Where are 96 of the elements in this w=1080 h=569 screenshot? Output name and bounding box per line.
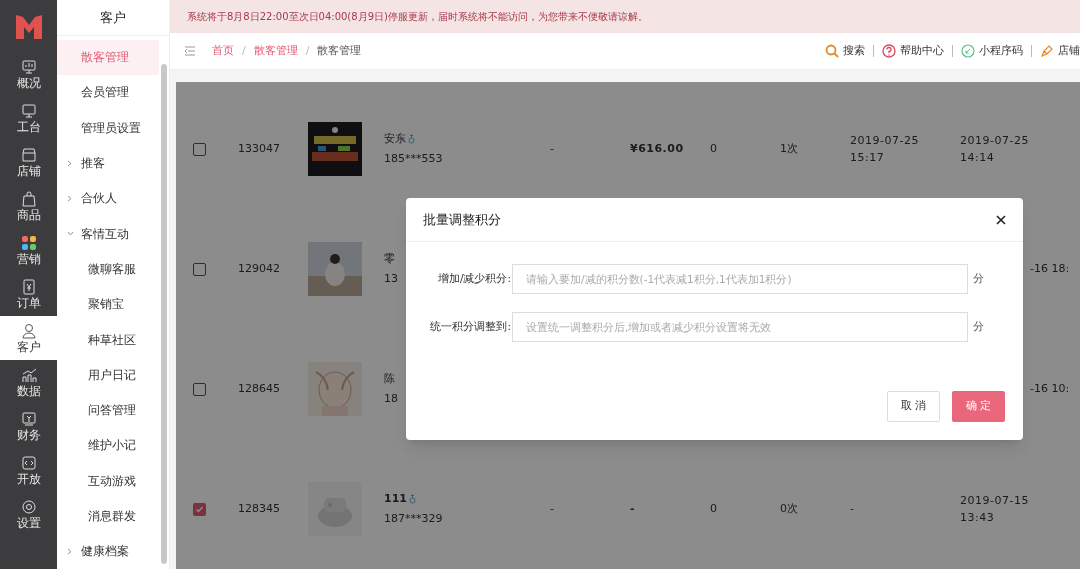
person-icon: [19, 321, 38, 340]
amount-cell: -: [630, 502, 636, 516]
amount-cell: ¥616.00: [630, 142, 684, 156]
submenu-item[interactable]: 聚销宝: [57, 286, 159, 322]
date-cell-text: -: [850, 502, 856, 516]
submenu-item[interactable]: 种草社区: [57, 321, 159, 358]
rail-item[interactable]: 设置: [0, 492, 57, 536]
date-cell: -16 18:: [1030, 261, 1070, 275]
customer-id: 129042: [238, 261, 280, 275]
rail-item[interactable]: 概况: [0, 52, 57, 96]
cancel-button[interactable]: 取 消: [887, 391, 940, 422]
check-icon: [195, 504, 204, 514]
submenu-item[interactable]: 客情互动: [57, 216, 159, 252]
close-icon[interactable]: [996, 214, 1006, 225]
submenu-item[interactable]: 问答管理: [57, 392, 159, 428]
table-cell: 0次: [780, 502, 799, 516]
rail-item[interactable]: 订单: [0, 272, 57, 316]
rail-item[interactable]: 财务: [0, 404, 57, 448]
notice-text: 系统将于8月8日22:00至次日04:00(8月9日)停服更新，届时系统将不能访问，为您带来不便敬请谅解。: [187, 10, 648, 25]
breadcrumb-link[interactable]: 散客管理: [253, 42, 298, 60]
colored-squares-icon: [19, 233, 38, 252]
customer-name: 安东: [384, 131, 406, 147]
settings-icon: [19, 497, 38, 516]
rail-item[interactable]: 客户: [0, 316, 57, 360]
submenu-item[interactable]: 用户日记: [57, 357, 159, 393]
help-icon: [882, 44, 896, 59]
customer-name: 111: [384, 491, 407, 507]
store-icon: [19, 145, 38, 164]
rail-item[interactable]: 商品: [0, 184, 57, 228]
scrollbar[interactable]: [161, 64, 167, 564]
header-link[interactable]: 帮助中心: [882, 42, 944, 60]
dialog-title: 批量调整积分: [423, 210, 501, 229]
date-cell: 2019-07-25 14:14: [960, 133, 1029, 164]
pen-icon: [1040, 44, 1054, 59]
rail-item[interactable]: 数据: [0, 360, 57, 404]
rail-item[interactable]: 开放: [0, 448, 57, 492]
header-link[interactable]: 店铺: [1040, 42, 1080, 60]
table-cell: 0: [710, 502, 718, 516]
chevron-right-icon: [67, 547, 72, 555]
row-checkbox[interactable]: [193, 262, 206, 276]
customer-phone: 13: [384, 270, 398, 287]
breadcrumb-separator: /: [305, 42, 310, 59]
breadcrumb-separator: /: [242, 42, 246, 59]
code-icon: [19, 453, 38, 472]
rail-item[interactable]: 工台: [0, 96, 57, 140]
customer-phone: 187***329: [384, 510, 443, 527]
link-circle-icon: [961, 44, 975, 59]
customer-id: 133047: [238, 141, 280, 155]
field-label: 增加/减少积分:: [436, 271, 511, 287]
submenu-item[interactable]: 会员管理: [57, 74, 159, 111]
date-cell: 2019-07-25 15:17: [850, 133, 919, 164]
gender-icon: [408, 494, 416, 505]
customer-name: 陈: [384, 371, 395, 387]
submenu-item[interactable]: 合伙人: [57, 180, 159, 217]
chevron-right-icon: [67, 194, 72, 202]
row-checkbox[interactable]: [193, 502, 206, 516]
gender-icon: [408, 134, 415, 145]
chevron-right-icon: [67, 159, 72, 167]
header-link[interactable]: 搜索: [825, 42, 865, 60]
customer-id: 128645: [238, 381, 280, 395]
header-link[interactable]: 小程序码: [961, 42, 1023, 60]
row-checkbox[interactable]: [193, 142, 206, 156]
field-label: 统一积分调整到:: [429, 319, 511, 335]
rail-item[interactable]: 营销: [0, 228, 57, 272]
customer-phone: 18: [384, 390, 398, 407]
shopping-bag-icon: [19, 189, 38, 208]
table-cell: -: [550, 142, 555, 156]
submenu-item[interactable]: 互动游戏: [57, 463, 159, 499]
row-checkbox[interactable]: [193, 382, 206, 396]
breadcrumb-link[interactable]: 首页: [212, 42, 234, 60]
customer-phone: 185***553: [384, 150, 443, 167]
chevron-down-icon: [67, 231, 74, 237]
table-cell: -: [550, 502, 555, 516]
yen-screen-icon: [19, 409, 38, 428]
date-cell: -16 10:: [1030, 381, 1070, 395]
submenu-item[interactable]: 健康档案: [57, 533, 159, 569]
submenu-title: 客户: [100, 8, 126, 27]
unit-label: 分: [973, 271, 984, 287]
submenu-item[interactable]: 微聊客服: [57, 251, 159, 287]
menu-collapse-icon[interactable]: [184, 46, 196, 57]
date-cell: 2019-07-15 13:43: [960, 493, 1029, 524]
monitor-icon: [19, 101, 38, 120]
submenu-item[interactable]: 维护小记: [57, 427, 159, 464]
monitor-chart-icon: [19, 57, 38, 76]
input-field[interactable]: 设置统一调整积分后,增加或者减少积分设置将无效: [512, 312, 968, 342]
submenu-item[interactable]: 管理员设置: [57, 110, 159, 146]
rail-item[interactable]: 店铺: [0, 140, 57, 184]
input-field[interactable]: 请输入要加/减的积分数(-1代表减1积分,1代表加1积分): [512, 264, 968, 294]
table-cell: 1次: [780, 142, 799, 156]
unit-label: 分: [973, 319, 984, 335]
customer-name: 零: [384, 251, 395, 267]
search-icon: [825, 44, 839, 59]
submenu-item[interactable]: 推客: [57, 145, 159, 181]
table-cell: 0: [710, 142, 718, 156]
customer-id: 128345: [238, 501, 280, 515]
submenu-item[interactable]: 消息群发: [57, 498, 159, 534]
